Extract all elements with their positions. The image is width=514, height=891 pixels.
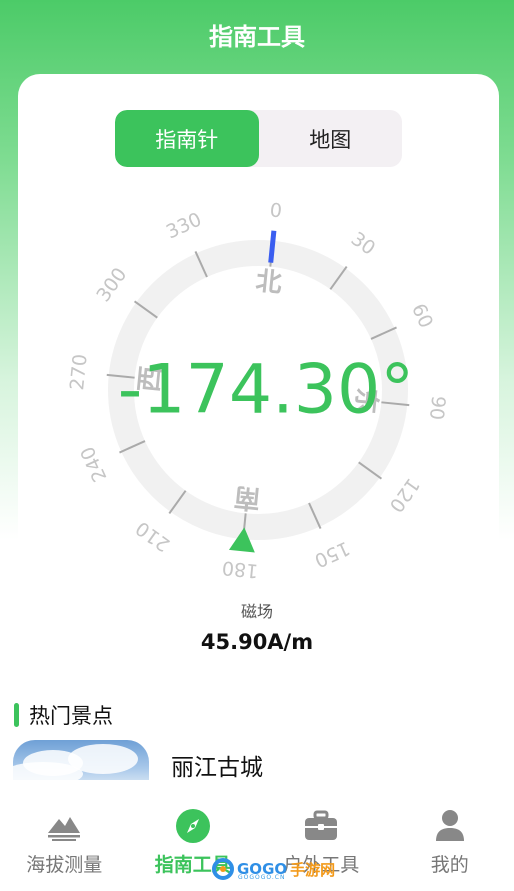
degree-label: 60	[407, 300, 437, 331]
compass-dial: 0306090120150180210240270300330北东南西-174.…	[66, 199, 449, 582]
watermark-suffix: 手游网	[290, 860, 336, 879]
degree-label: 300	[92, 264, 131, 306]
compass-icon	[175, 808, 211, 844]
degree-label: 120	[385, 474, 424, 516]
degree-label: 270	[66, 353, 91, 391]
magnetic-label: 磁场	[240, 602, 273, 621]
watermark-sub: GOGOGO.CN	[238, 874, 286, 881]
tab-label: 海拔测量	[26, 854, 103, 876]
direction-label: 南	[233, 481, 262, 513]
magnetic-value: 45.90A/m	[200, 630, 314, 654]
spot-name: 丽江古城	[171, 755, 263, 780]
mode-switch: 指南针 地图	[115, 110, 402, 167]
page-title: 指南工具	[209, 22, 305, 51]
tab-label: 我的	[430, 854, 469, 876]
north-needle	[268, 230, 277, 263]
tab-compass[interactable]: 指南针	[115, 110, 259, 167]
degree-label: 180	[221, 556, 259, 581]
degree-label: 240	[76, 443, 111, 485]
spot-thumbnail	[13, 740, 149, 780]
user-icon	[432, 808, 468, 844]
list-item[interactable]: 丽江古城	[13, 740, 514, 780]
direction-label: 北	[254, 266, 283, 298]
hot-spots-title: 热门景点	[14, 702, 113, 728]
degree-label: 30	[347, 228, 379, 260]
degree-label: 90	[425, 395, 449, 421]
tab-altitude[interactable]: 海拔测量	[0, 780, 129, 891]
tab-map[interactable]: 地图	[259, 110, 403, 167]
degree-label: 0	[269, 199, 283, 222]
mountain-icon	[46, 808, 82, 844]
degree-label: 150	[311, 537, 353, 572]
hot-spots-title-text: 热门景点	[29, 704, 113, 728]
watermark-icon	[212, 858, 234, 880]
section-accent-bar	[14, 703, 19, 727]
tab-profile[interactable]: 我的	[386, 780, 514, 891]
watermark-logo: GOGO 手游网 GOGOGO.CN	[212, 856, 335, 882]
degree-label: 210	[132, 517, 174, 556]
heading-readout: -174.30°	[118, 351, 414, 430]
toolbox-icon	[303, 808, 339, 844]
degree-label: 330	[163, 208, 205, 243]
